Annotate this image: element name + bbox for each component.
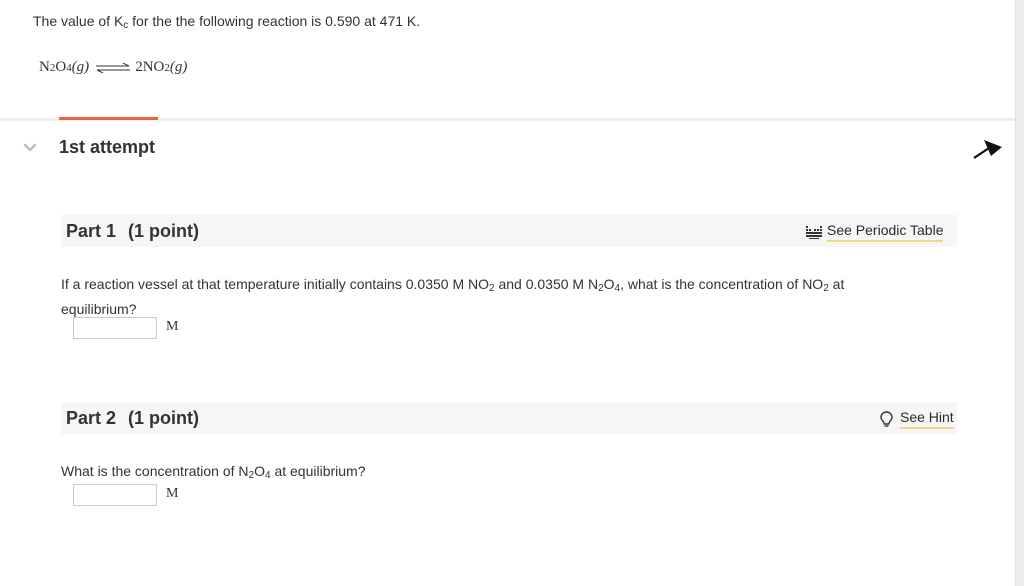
attempt-title: 1st attempt — [59, 137, 156, 157]
periodic-table-icon — [806, 225, 822, 239]
reaction-equation: N 2 O 4 (g) 2NO 2 (g) — [39, 59, 187, 76]
chevron-down-icon[interactable] — [22, 141, 38, 155]
see-periodic-table-link[interactable]: See Periodic Table — [806, 222, 944, 242]
equilibrium-arrow-icon — [95, 61, 131, 78]
part-2-header: Part 2 (1 point) See Hint — [61, 402, 957, 434]
see-hint-link[interactable]: See Hint — [880, 409, 954, 429]
part-2-question: What is the concentration of N2O4 at equ… — [61, 463, 366, 481]
part-2-unit: M — [166, 486, 179, 501]
part-2-answer-input[interactable] — [73, 484, 157, 506]
part-2-title: Part 2 (1 point) — [66, 408, 200, 428]
part-1-question: If a reaction vessel at that temperature… — [61, 276, 845, 317]
part-1-header: Part 1 (1 point) See Periodic Table — [61, 215, 957, 247]
attempt-tab-indicator — [59, 117, 158, 120]
part-1-title: Part 1 (1 point) — [66, 221, 200, 241]
scrollbar[interactable] — [1015, 0, 1024, 586]
part-1-unit: M — [166, 319, 179, 334]
lightbulb-icon — [880, 410, 893, 428]
problem-intro: The value of Kc for the the following re… — [33, 13, 421, 31]
pin-arrow-icon[interactable] — [970, 135, 1006, 163]
part-1-answer-input[interactable] — [73, 317, 157, 339]
